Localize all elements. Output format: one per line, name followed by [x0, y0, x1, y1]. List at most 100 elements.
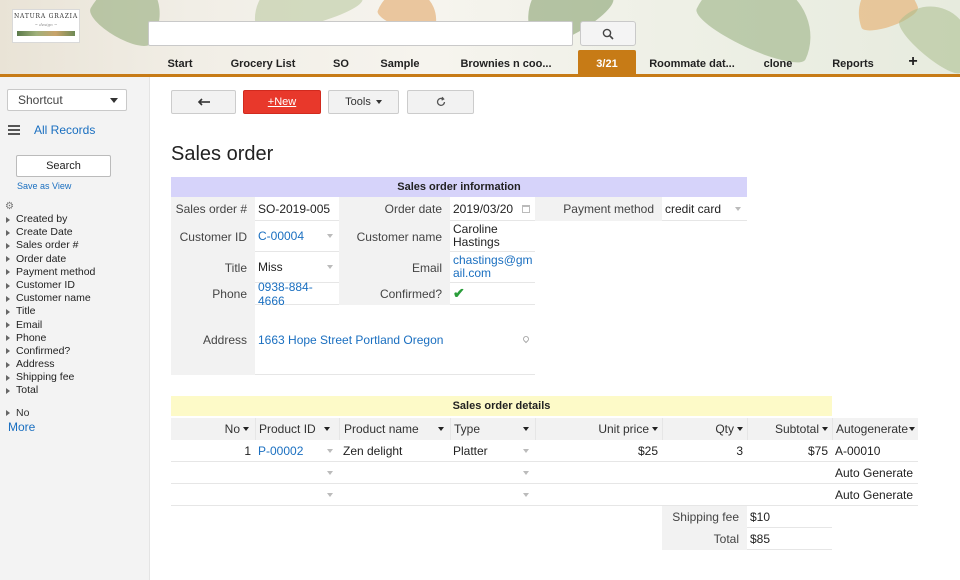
filter-field-item[interactable]: Address: [6, 358, 95, 371]
table-cell-type[interactable]: [450, 484, 535, 506]
field-customer-id[interactable]: C-00004: [255, 221, 339, 252]
column-header-label: Product ID: [259, 422, 316, 436]
tab-start[interactable]: Start: [150, 50, 210, 74]
field-confirmed[interactable]: ✔: [450, 283, 535, 305]
all-records-label: All Records: [34, 123, 96, 137]
table-cell-qty[interactable]: [662, 462, 747, 484]
label-title: Title: [171, 252, 255, 283]
field-email[interactable]: chastings@gm ail.com: [450, 252, 535, 283]
table-cell-type[interactable]: Platter: [450, 440, 535, 462]
customer-id-link[interactable]: C-00004: [258, 229, 304, 243]
tools-dropdown-button[interactable]: Tools: [328, 90, 399, 114]
filter-field-item[interactable]: Customer name: [6, 292, 95, 305]
filter-field-item[interactable]: Title: [6, 305, 95, 318]
label-confirmed: Confirmed?: [339, 283, 450, 305]
more-link[interactable]: More: [8, 420, 35, 434]
column-header-product-name[interactable]: Product name: [339, 418, 450, 440]
filter-field-label: Customer name: [16, 292, 91, 305]
checkmark-icon: ✔: [453, 285, 465, 301]
address-link[interactable]: 1663 Hope Street Portland Oregon: [258, 333, 443, 347]
table-cell-product-id[interactable]: [255, 484, 339, 506]
label-sales-order-no: Sales order #: [171, 197, 255, 221]
table-cell-product-id[interactable]: [255, 462, 339, 484]
column-header-type[interactable]: Type: [450, 418, 535, 440]
calendar-icon[interactable]: [522, 204, 530, 213]
filter-field-item[interactable]: Payment method: [6, 266, 95, 279]
filter-field-item[interactable]: Create Date: [6, 226, 95, 239]
expand-arrow-icon: [6, 216, 10, 223]
table-cell-subtotal: [747, 462, 832, 484]
table-cell-unit-price[interactable]: [535, 484, 662, 506]
filter-field-item[interactable]: Shipping fee: [6, 371, 95, 384]
table-cell-no[interactable]: 1: [171, 440, 255, 462]
tab-clone[interactable]: clone: [748, 50, 808, 74]
save-as-view-link[interactable]: Save as View: [17, 181, 71, 191]
table-cell-type[interactable]: [450, 462, 535, 484]
filter-field-item[interactable]: Total: [6, 384, 95, 397]
email-line2[interactable]: ail.com: [453, 267, 491, 280]
table-cell-no[interactable]: [171, 484, 255, 506]
table-cell-product-name[interactable]: Zen delight: [339, 440, 450, 462]
column-header-unit-price[interactable]: Unit price: [535, 418, 662, 440]
filter-no-item[interactable]: No: [6, 407, 29, 419]
expand-arrow-icon: [6, 308, 10, 315]
tab-grocery-list[interactable]: Grocery List: [210, 50, 316, 74]
filter-field-label: Address: [16, 358, 55, 371]
shortcut-label: Shortcut: [18, 93, 63, 107]
column-header-autogenerate[interactable]: Autogenerate: [832, 418, 918, 440]
tab-brownies[interactable]: Brownies n coo...: [434, 50, 578, 74]
column-header-no[interactable]: No: [171, 418, 255, 440]
filter-field-item[interactable]: Phone: [6, 332, 95, 345]
field-payment-method[interactable]: credit card: [662, 197, 747, 221]
tab-roommate[interactable]: Roommate dat...: [636, 50, 748, 74]
sort-arrow-icon: [438, 427, 444, 431]
global-search-input[interactable]: [148, 21, 573, 46]
gear-icon[interactable]: ⚙: [5, 201, 14, 212]
tab-sample[interactable]: Sample: [366, 50, 434, 74]
filter-field-item[interactable]: Confirmed?: [6, 345, 95, 358]
search-button[interactable]: [580, 21, 636, 46]
field-sales-order-no[interactable]: SO-2019-005: [255, 197, 339, 221]
add-tab-button[interactable]: +: [898, 50, 928, 74]
tab-so[interactable]: SO: [316, 50, 366, 74]
filter-field-item[interactable]: Email: [6, 319, 95, 332]
filter-field-item[interactable]: Sales order #: [6, 239, 95, 252]
refresh-button[interactable]: [407, 90, 474, 114]
back-button[interactable]: [171, 90, 236, 114]
map-pin-icon[interactable]: [521, 334, 531, 343]
all-records-link[interactable]: All Records: [8, 123, 95, 137]
field-address[interactable]: 1663 Hope Street Portland Oregon: [255, 305, 535, 375]
field-order-date[interactable]: 2019/03/20: [450, 197, 535, 221]
sort-arrow-icon: [822, 427, 828, 431]
column-header-qty[interactable]: Qty: [662, 418, 747, 440]
app-logo[interactable]: NATURA GRAZIA ~ design ~: [12, 9, 80, 43]
filter-field-item[interactable]: Created by: [6, 213, 95, 226]
tab-3-21[interactable]: 3/21: [578, 50, 636, 74]
table-cell-product-name[interactable]: [339, 484, 450, 506]
expand-arrow-icon: [6, 269, 10, 276]
table-cell-unit-price[interactable]: $25: [535, 440, 662, 462]
filter-field-label: Customer ID: [16, 278, 75, 291]
field-shipping-fee[interactable]: $10: [747, 506, 832, 528]
chevron-down-icon: [735, 206, 741, 211]
sidebar-search-button[interactable]: Search: [16, 155, 111, 177]
chevron-down-icon: [327, 492, 333, 497]
table-cell-product-name[interactable]: [339, 462, 450, 484]
tab-reports[interactable]: Reports: [808, 50, 898, 74]
field-title[interactable]: Miss: [255, 252, 339, 283]
table-cell-qty[interactable]: 3: [662, 440, 747, 462]
filter-field-item[interactable]: Order date: [6, 253, 95, 266]
column-header-product-id[interactable]: Product ID: [255, 418, 339, 440]
column-header-subtotal[interactable]: Subtotal: [747, 418, 832, 440]
field-phone[interactable]: 0938-884-4666: [255, 280, 339, 308]
table-cell-no[interactable]: [171, 462, 255, 484]
shortcut-dropdown[interactable]: Shortcut: [7, 89, 127, 111]
new-record-button[interactable]: +New: [243, 90, 321, 114]
filter-field-label: Order date: [16, 252, 67, 265]
table-cell-unit-price[interactable]: [535, 462, 662, 484]
table-cell-product-id[interactable]: P-00002: [255, 440, 339, 462]
product-id-link[interactable]: P-00002: [258, 444, 303, 458]
expand-arrow-icon: [6, 322, 10, 329]
filter-field-item[interactable]: Customer ID: [6, 279, 95, 292]
table-cell-qty[interactable]: [662, 484, 747, 506]
